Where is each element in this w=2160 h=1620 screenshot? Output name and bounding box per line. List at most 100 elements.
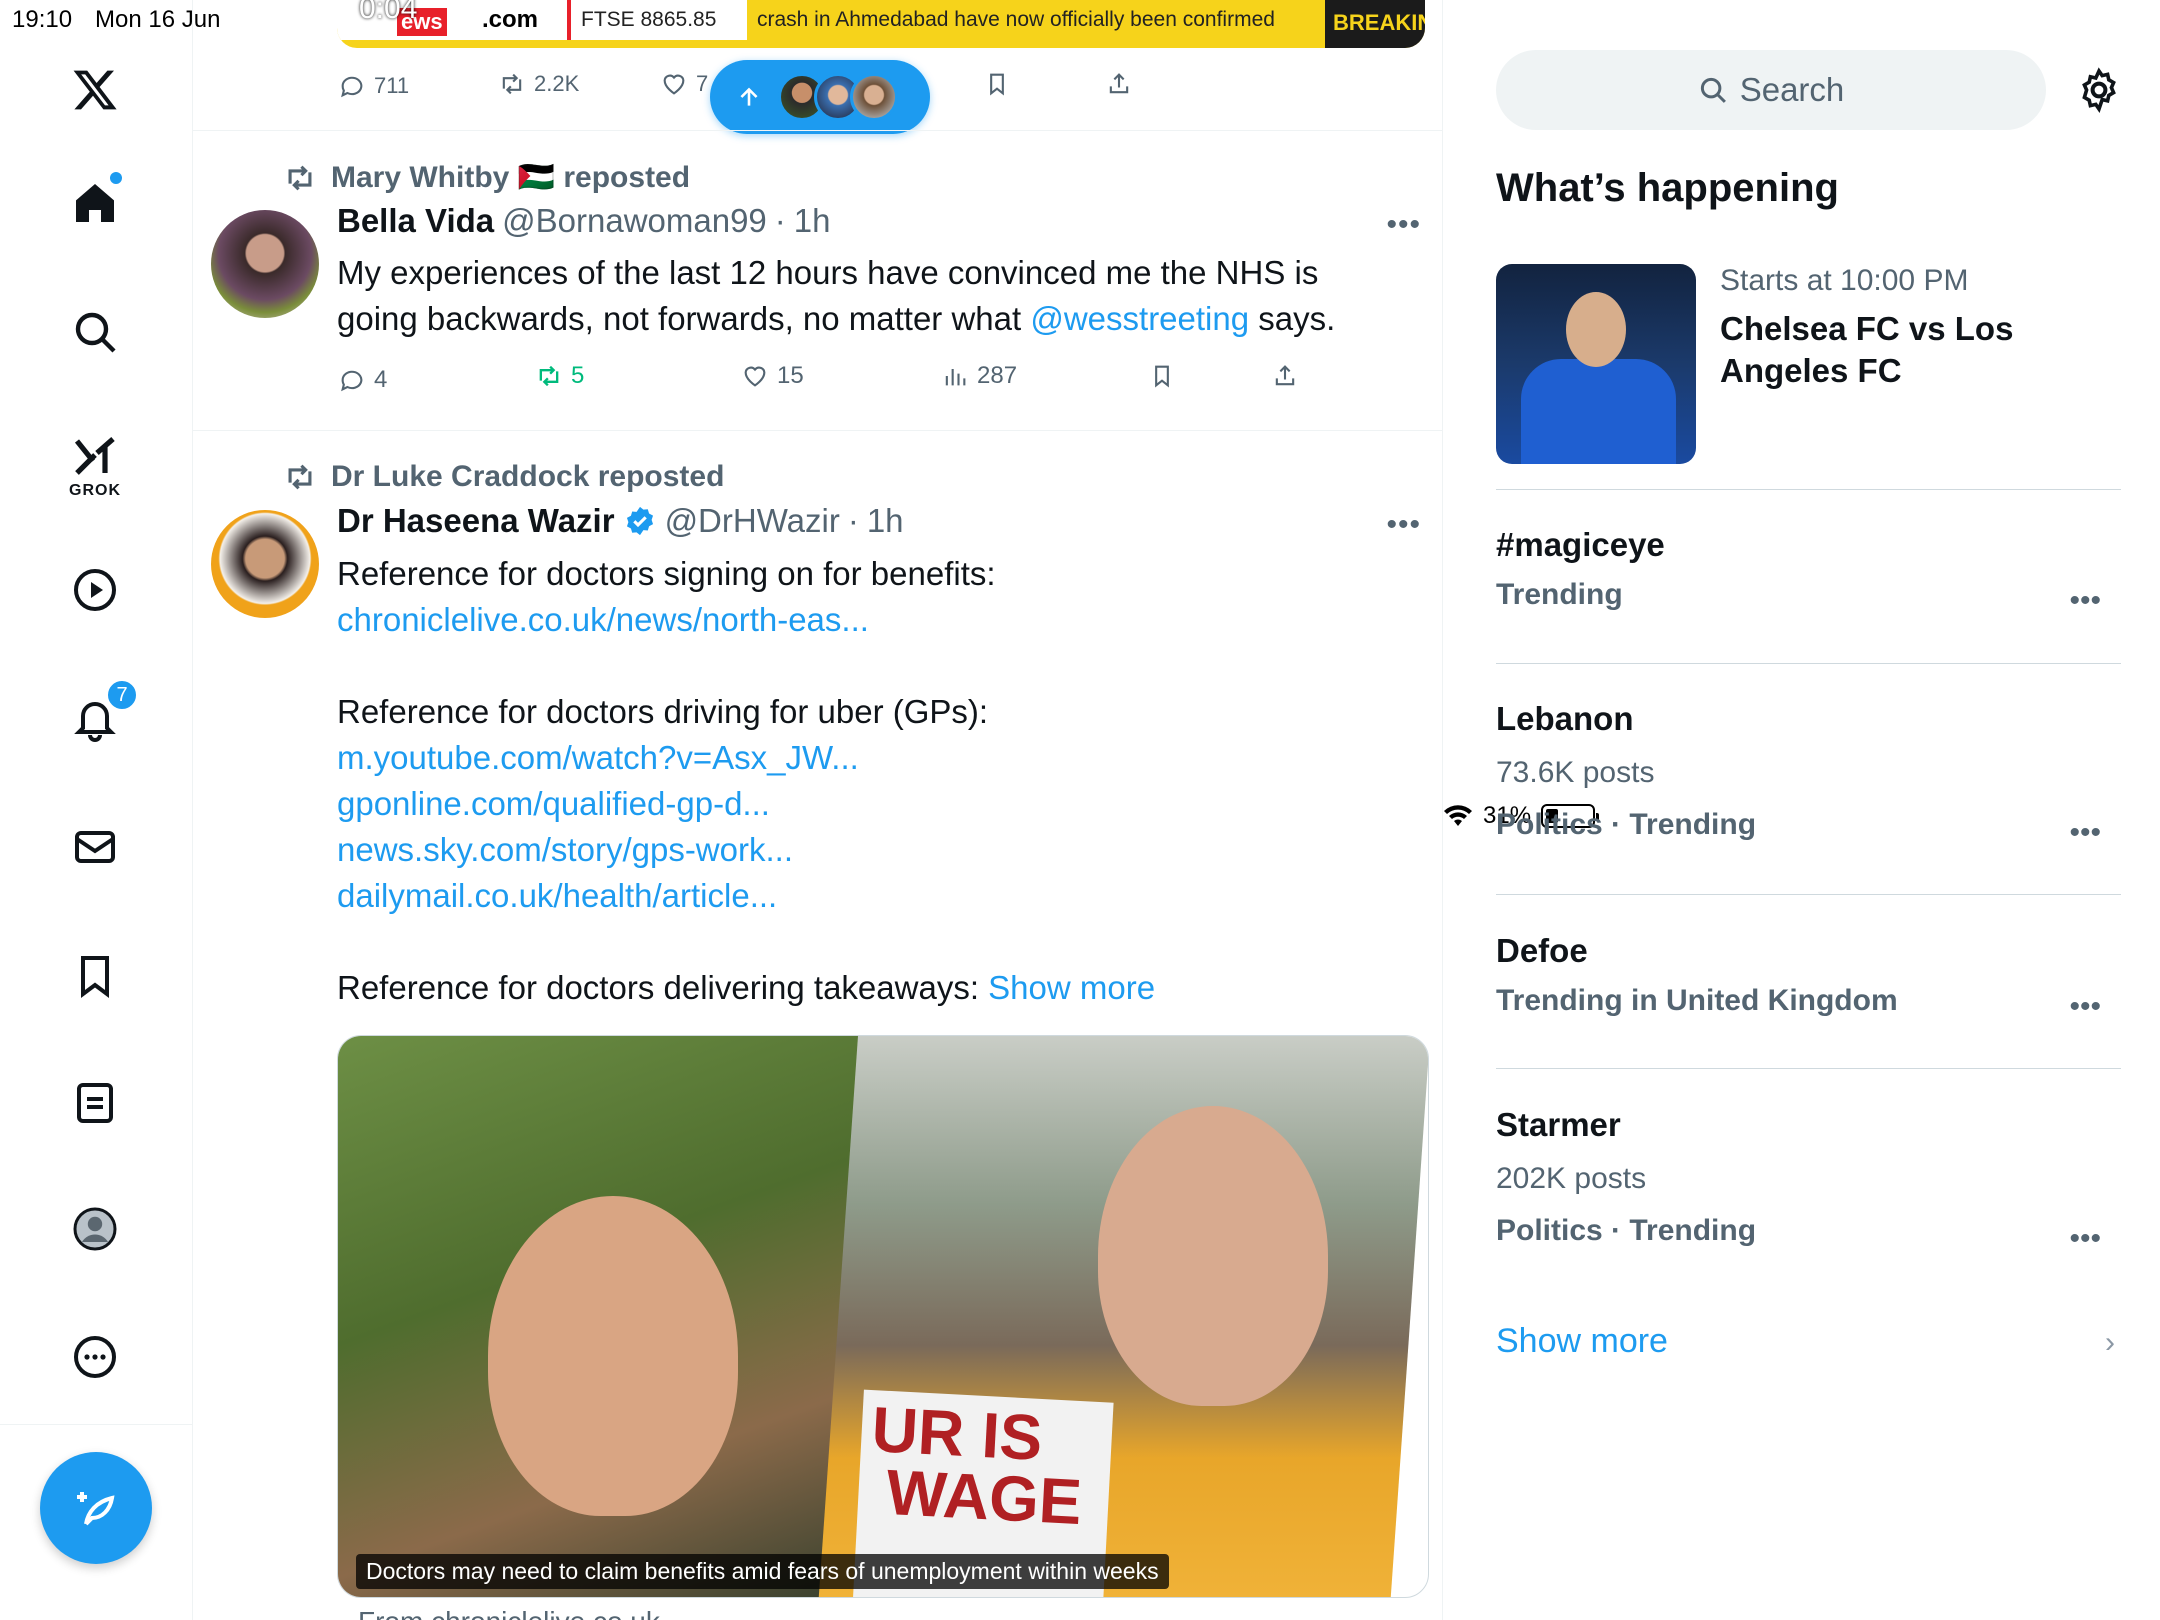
trend-item[interactable]: #magiceye Trending •••: [1496, 526, 2121, 617]
search-icon: [75, 312, 116, 353]
reply-icon: [341, 370, 363, 392]
compose-button[interactable]: [40, 1452, 152, 1564]
nav-divider: [0, 1424, 193, 1425]
reply-button[interactable]: 4: [338, 366, 387, 394]
trend-more-icon[interactable]: •••: [2069, 584, 2101, 618]
nav-home[interactable]: [60, 168, 130, 238]
trend-category: Politics · Trending: [1496, 808, 1757, 841]
tweet[interactable]: Dr Luke Craddock reposted Dr Haseena Waz…: [193, 430, 1442, 1620]
tweet-media-card[interactable]: UR IS WAGE Doctors may need to claim ben…: [337, 1035, 1429, 1598]
repost-context: Mary Whitby 🇵🇸 reposted: [283, 160, 690, 195]
repost-icon: [288, 165, 312, 190]
trend-name: Starmer: [1496, 1106, 1621, 1143]
nav-grok[interactable]: GROK: [60, 422, 130, 499]
author-name[interactable]: Bella Vida: [337, 202, 494, 240]
repost-count: 2.2K: [534, 71, 580, 96]
x-logo-icon: [73, 70, 117, 110]
tweet-link[interactable]: chroniclelive.co.uk/news/north-eas...: [337, 597, 1407, 643]
trend-item[interactable]: Starmer 202K posts Politics · Trending •…: [1496, 1106, 2121, 1255]
tweet-link[interactable]: dailymail.co.uk/health/article...: [337, 873, 1407, 919]
views-button[interactable]: 287: [941, 362, 1017, 390]
nav-messages[interactable]: [60, 812, 130, 882]
repost-button[interactable]: 2.2K: [498, 70, 579, 98]
trend-item[interactable]: Lebanon 73.6K posts Politics · Trending …: [1496, 700, 2121, 849]
bookmark-icon: [1155, 365, 1169, 388]
author-handle[interactable]: @DrHWazir: [665, 502, 840, 540]
nav-lists[interactable]: [60, 1068, 130, 1138]
event-name: Chelsea FC vs Los Angeles FC: [1720, 310, 2014, 389]
share-icon: [1109, 73, 1129, 94]
tweet-more-icon[interactable]: •••: [1386, 208, 1421, 242]
mail-icon: [75, 831, 115, 863]
like-count: 7: [696, 71, 709, 96]
trend-divider: [1496, 894, 2121, 895]
whats-happening-heading: What’s happening: [1496, 166, 1839, 210]
bookmark-button[interactable]: [1148, 362, 1176, 390]
trend-more-icon[interactable]: •••: [2069, 990, 2101, 1024]
tweet-more-icon[interactable]: •••: [1386, 508, 1421, 542]
video-player-strip[interactable]: ews .com 0:04 FTSE 8865.85 crash in Ahme…: [337, 0, 1425, 48]
trend-post-count: 73.6K posts: [1496, 756, 1655, 789]
heart-icon: [663, 74, 685, 95]
verified-badge-icon: [626, 506, 653, 536]
like-button[interactable]: 15: [741, 362, 804, 390]
nav-profile[interactable]: [60, 1194, 130, 1264]
search-box[interactable]: Search: [1496, 50, 2046, 130]
show-more-link[interactable]: Show more: [988, 969, 1155, 1006]
timestamp[interactable]: 1h: [794, 202, 831, 240]
tweet-header: Bella Vida @Bornawoman99 · 1h: [337, 202, 831, 240]
show-more-trends[interactable]: Show more ›: [1496, 1322, 2121, 1361]
gear-icon[interactable]: [2075, 66, 2123, 114]
like-count: 15: [777, 362, 804, 389]
arrow-up-icon: [740, 87, 758, 106]
tweet[interactable]: Mary Whitby 🇵🇸 reposted Bella Vida @Born…: [193, 130, 1442, 430]
reply-icon: [341, 76, 363, 98]
repost-context-text: Dr Luke Craddock reposted: [331, 460, 725, 493]
author-handle[interactable]: @Bornawoman99: [502, 202, 767, 240]
event-image-head: [1566, 292, 1626, 367]
grok-icon: [74, 437, 115, 475]
share-button[interactable]: [1271, 362, 1299, 390]
tweet-link[interactable]: gponline.com/qualified-gp-d...: [337, 781, 1407, 827]
nav-notifications[interactable]: 7: [60, 679, 138, 753]
like-button[interactable]: 7: [660, 70, 708, 98]
timestamp[interactable]: 1h: [867, 502, 904, 540]
share-button[interactable]: [1105, 70, 1133, 98]
play-circle-icon: [74, 569, 116, 611]
x-logo[interactable]: [60, 55, 130, 125]
home-icon: [76, 184, 114, 222]
list-icon: [77, 1083, 113, 1123]
nav-video[interactable]: [60, 555, 130, 625]
avatar[interactable]: [211, 210, 319, 318]
trend-more-icon[interactable]: •••: [2069, 816, 2101, 850]
tweet-link[interactable]: m.youtube.com/watch?v=Asx_JW...: [337, 735, 1407, 781]
trend-divider: [1496, 489, 2121, 490]
event-image-shirt: [1521, 359, 1676, 464]
timeline[interactable]: ews .com 0:04 FTSE 8865.85 crash in Ahme…: [193, 0, 1443, 1620]
repost-button[interactable]: 5: [535, 362, 584, 390]
right-sidebar: Search What’s happening Starts at 10:00 …: [1443, 0, 2160, 1620]
mention-link[interactable]: @wesstreeting: [1030, 300, 1249, 337]
nav-bookmarks[interactable]: [60, 941, 130, 1011]
tweet-link[interactable]: news.sky.com/story/gps-work...: [337, 827, 1407, 873]
trend-name: Defoe: [1496, 932, 1588, 969]
bookmark-button[interactable]: [983, 70, 1011, 98]
reply-button[interactable]: 711: [338, 72, 409, 100]
nav-more[interactable]: [60, 1322, 130, 1392]
chevron-right-icon: ›: [2105, 1326, 2115, 1359]
avatar[interactable]: [211, 510, 319, 618]
link-source[interactable]: From chroniclelive.co.uk: [358, 1606, 660, 1620]
new-posts-pill[interactable]: [710, 60, 930, 134]
home-unread-dot: [110, 172, 122, 184]
trend-name: Lebanon: [1496, 700, 1634, 737]
event-card[interactable]: Starts at 10:00 PM Chelsea FC vs Los Ang…: [1496, 264, 2121, 464]
nav-explore[interactable]: [60, 297, 130, 367]
repost-icon: [502, 73, 522, 95]
search-placeholder: Search: [1739, 71, 1845, 108]
repost-icon: [539, 365, 559, 387]
author-name[interactable]: Dr Haseena Wazir: [337, 502, 615, 540]
trend-more-icon[interactable]: •••: [2069, 1222, 2101, 1256]
heart-icon: [744, 366, 766, 387]
trend-item[interactable]: Defoe Trending in United Kingdom •••: [1496, 932, 2121, 1023]
trend-divider: [1496, 1068, 2121, 1069]
